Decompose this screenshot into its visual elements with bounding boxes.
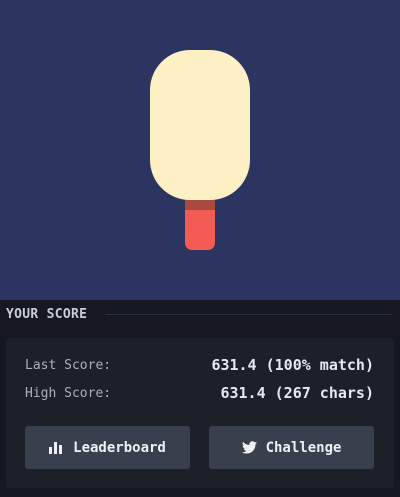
- score-section-header: YOUR SCORE: [6, 306, 392, 322]
- target-image: [0, 0, 400, 300]
- leaderboard-button[interactable]: Leaderboard: [25, 426, 190, 469]
- score-card: Last Score: 631.4 (100% match) High Scor…: [6, 338, 394, 488]
- bar-chart-icon: [49, 441, 64, 454]
- target-canvas: [0, 0, 400, 300]
- last-score-row: Last Score: 631.4 (100% match): [25, 355, 374, 375]
- last-score-label: Last Score:: [25, 357, 112, 373]
- last-score-value: 631.4 (100% match): [211, 356, 374, 374]
- challenge-button-label: Challenge: [265, 439, 342, 456]
- high-score-value: 631.4 (267 chars): [220, 384, 374, 402]
- popsicle-body: [150, 50, 250, 200]
- section-title: YOUR SCORE: [6, 306, 88, 322]
- leaderboard-button-label: Leaderboard: [73, 439, 166, 456]
- high-score-label: High Score:: [25, 385, 112, 401]
- high-score-row: High Score: 631.4 (267 chars): [25, 383, 374, 403]
- score-panel: YOUR SCORE Last Score: 631.4 (100% match…: [0, 300, 400, 497]
- challenge-button[interactable]: Challenge: [209, 426, 374, 469]
- twitter-icon: [241, 441, 257, 454]
- section-divider: [105, 313, 392, 315]
